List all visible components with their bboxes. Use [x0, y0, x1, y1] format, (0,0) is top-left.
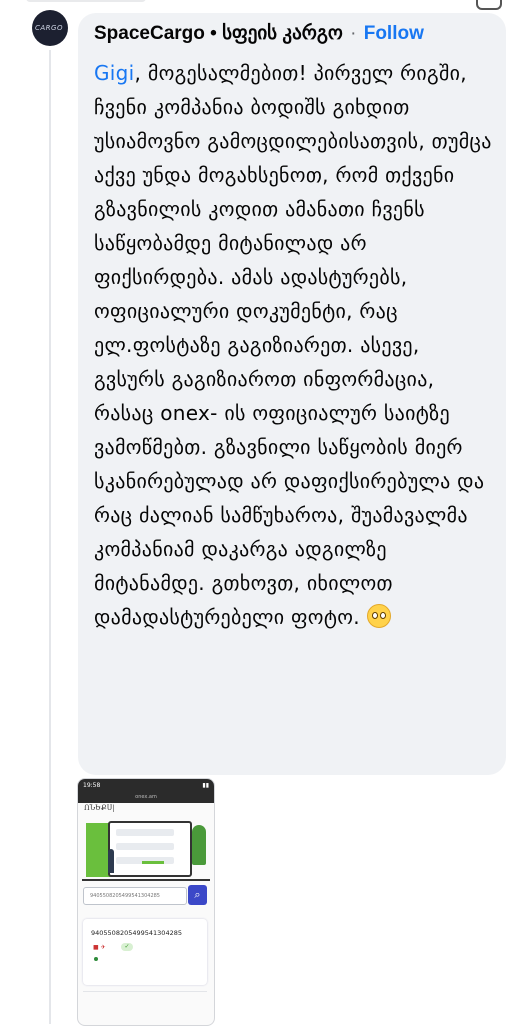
status-dot — [94, 957, 98, 961]
comment-body: , მოგესალმებით! პირველ რიგში, ჩვენი კომპ… — [94, 61, 492, 629]
phone-url: onex.am — [78, 793, 214, 803]
attachment-image[interactable]: 19:58 ▮▮ onex.am ՈՆԵՔՍ| 9405508205499541… — [77, 778, 215, 1026]
status-time: 19:58 — [83, 782, 101, 789]
separator-dot: · — [350, 23, 357, 44]
tracking-result-card: 9405508205499541304285 ■ ✈ ✓ — [83, 919, 207, 985]
tracking-number: 9405508205499541304285 — [91, 929, 182, 937]
phone-status-bar: 19:58 ▮▮ — [78, 779, 214, 793]
avatar[interactable]: CARGO — [32, 10, 68, 46]
like-icon[interactable] — [476, 0, 502, 10]
check-icon: ✓ — [121, 943, 133, 951]
divider — [83, 991, 207, 992]
mention-link[interactable]: Gigi — [94, 61, 135, 85]
follow-button[interactable]: Follow — [364, 23, 424, 44]
top-edge — [0, 0, 520, 8]
search-icon: ⌕ — [188, 885, 207, 905]
flag-plane-icon: ■ ✈ — [93, 944, 106, 951]
comment-text: Gigi, მოგესალმებით! პირველ რიგში, ჩვენი … — [94, 56, 494, 634]
phone-page-title: ՈՆԵՔՍ| — [84, 804, 115, 812]
signal-icon: ▮▮ — [202, 782, 209, 789]
avatar-label: CARGO — [35, 24, 63, 32]
thread-line — [49, 50, 51, 1024]
author-name[interactable]: SpaceCargo • სფეის კარგო — [94, 23, 343, 44]
comment-header: SpaceCargo • სფეის კარგო · Follow — [94, 22, 494, 45]
tracking-search-input: 9405508205499541304285 — [83, 887, 187, 905]
hero-illustration — [82, 819, 210, 883]
previous-comment-fragment — [26, 0, 146, 2]
pleading-face-icon — [366, 604, 391, 628]
comment-bubble: SpaceCargo • სფეის კარგო · Follow Gigi, … — [78, 13, 506, 775]
